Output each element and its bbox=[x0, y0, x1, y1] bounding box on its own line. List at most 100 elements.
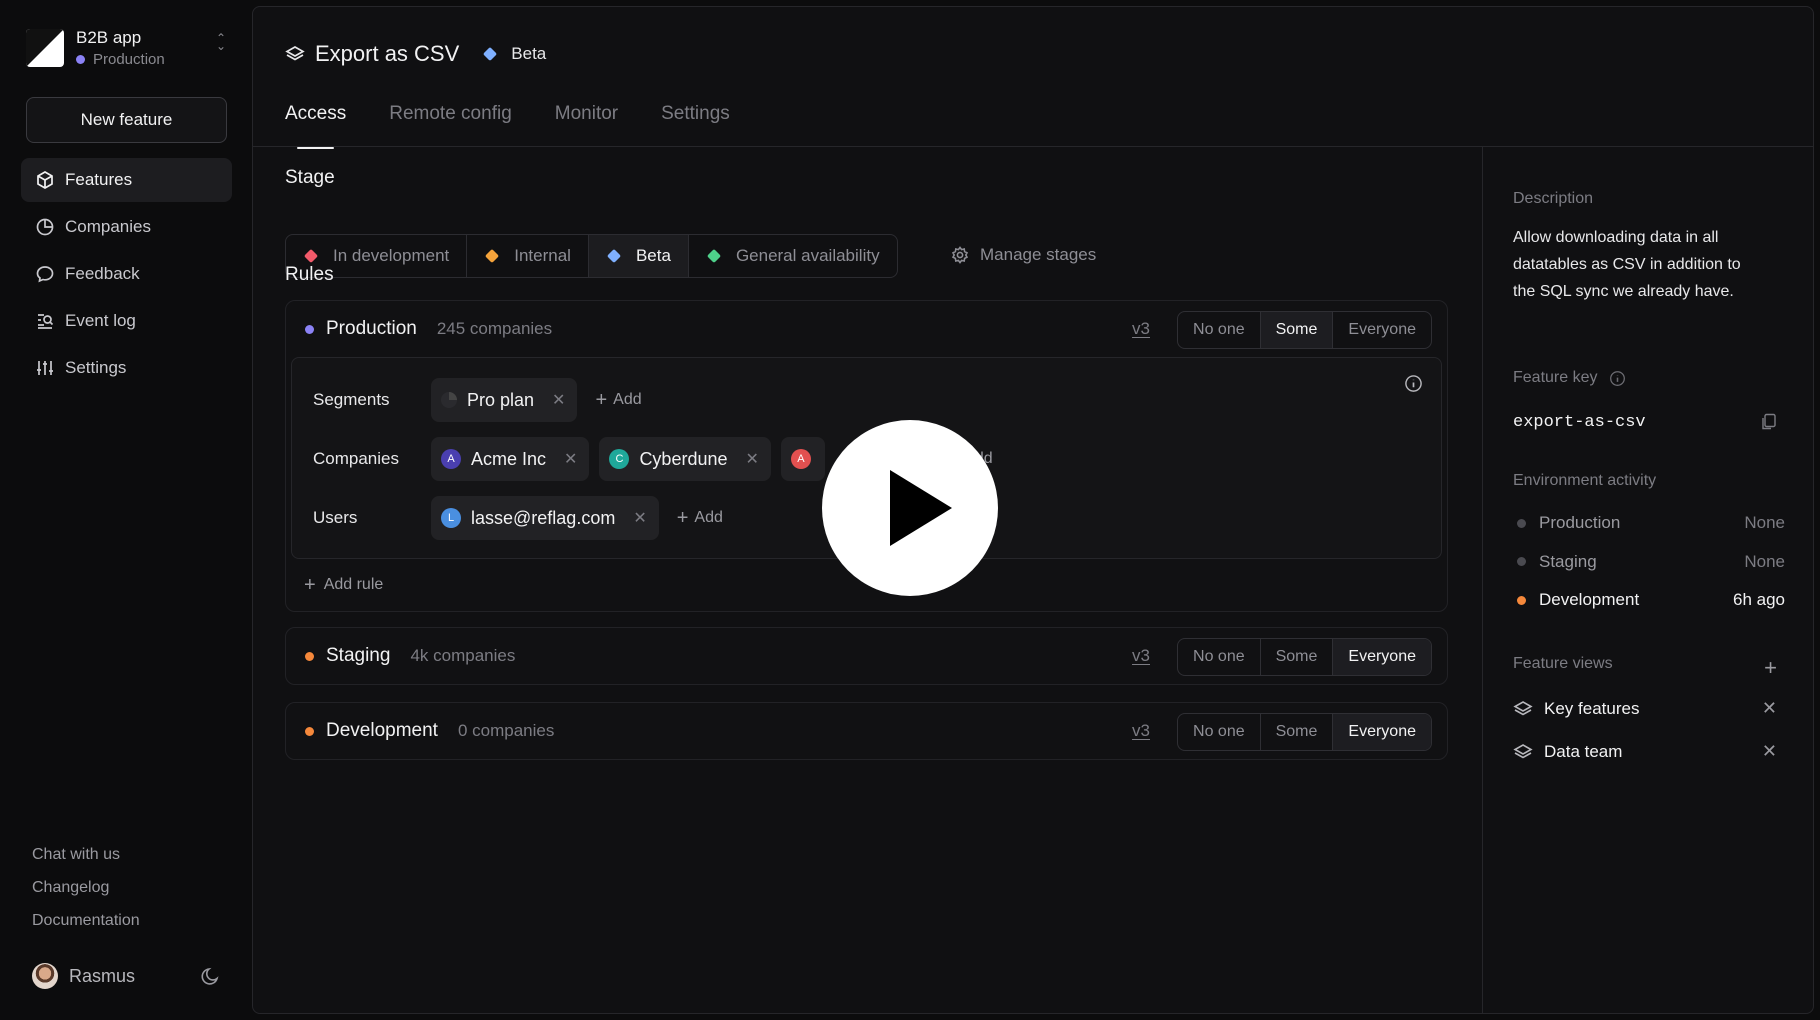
rules-heading: Rules bbox=[285, 264, 334, 285]
activity-row-staging: Staging None bbox=[1517, 543, 1785, 582]
manage-stages-label: Manage stages bbox=[980, 245, 1097, 264]
chip-label: Cyberdune bbox=[639, 448, 728, 469]
view-label: Key features bbox=[1544, 698, 1640, 718]
app-name: B2B app bbox=[76, 28, 142, 47]
view-item[interactable]: Key features ✕ bbox=[1513, 687, 1785, 730]
environment-activity-label: Environment activity bbox=[1513, 472, 1657, 489]
everyone-option[interactable]: Everyone bbox=[1333, 312, 1431, 348]
company-avatar: A bbox=[441, 449, 461, 469]
activity-env: Production bbox=[1539, 513, 1621, 533]
moon-icon[interactable] bbox=[200, 965, 222, 987]
info-icon[interactable] bbox=[1404, 374, 1423, 393]
some-option[interactable]: Some bbox=[1261, 639, 1334, 675]
access-toggle: No one Some Everyone bbox=[1177, 713, 1432, 751]
add-segment-button[interactable]: + Add bbox=[595, 389, 641, 412]
sidebar-item-features[interactable]: Features bbox=[21, 158, 232, 202]
user-name: Rasmus bbox=[69, 965, 136, 986]
changelog-link[interactable]: Changelog bbox=[32, 871, 140, 904]
description-text[interactable]: Allow downloading data in all datatables… bbox=[1513, 224, 1763, 305]
env-company-count: 4k companies bbox=[410, 646, 516, 665]
sidebar-item-settings[interactable]: Settings bbox=[21, 346, 232, 390]
app-switcher[interactable]: B2B app Production ⌃ ⌄ bbox=[26, 24, 226, 72]
company-avatar: C bbox=[609, 449, 630, 469]
tab-settings[interactable]: Settings bbox=[661, 103, 730, 151]
chat-with-us-link[interactable]: Chat with us bbox=[32, 838, 140, 871]
add-user-button[interactable]: + Add bbox=[677, 507, 723, 530]
sidebar-nav: Features Companies Feedback Event log Se… bbox=[21, 158, 232, 393]
add-label: Add bbox=[613, 391, 642, 408]
companies-label: Companies bbox=[313, 449, 399, 468]
everyone-option[interactable]: Everyone bbox=[1333, 639, 1431, 675]
avatar bbox=[32, 963, 58, 989]
some-option[interactable]: Some bbox=[1260, 312, 1334, 348]
users-rule: Users L lasse@reflag.com ✕ + Add bbox=[313, 496, 723, 540]
sidebar-item-companies[interactable]: Companies bbox=[21, 205, 232, 249]
env-header[interactable]: Development 0 companies v3 No one Some E… bbox=[286, 703, 1447, 759]
stage-general-availability[interactable]: General availability bbox=[689, 235, 897, 277]
segments-label: Segments bbox=[313, 390, 390, 409]
new-feature-button[interactable]: New feature bbox=[26, 97, 227, 143]
view-item[interactable]: Data team ✕ bbox=[1513, 730, 1785, 773]
remove-icon[interactable]: ✕ bbox=[633, 508, 646, 528]
remove-icon[interactable]: ✕ bbox=[1762, 741, 1777, 762]
sidebar-item-label: Settings bbox=[65, 358, 127, 377]
no-one-option[interactable]: No one bbox=[1178, 312, 1261, 348]
app-environment-label: Production bbox=[93, 51, 165, 68]
activity-env: Staging bbox=[1539, 551, 1597, 571]
stage-internal[interactable]: Internal bbox=[467, 235, 589, 277]
internal-diamond-icon bbox=[485, 248, 500, 264]
play-button[interactable] bbox=[822, 420, 998, 596]
app-logo bbox=[26, 29, 64, 67]
company-chip[interactable]: C Cyberdune ✕ bbox=[599, 437, 771, 481]
feature-header: Export as CSV Beta bbox=[285, 41, 546, 67]
view-label: Data team bbox=[1544, 741, 1623, 761]
stage-heading: Stage bbox=[285, 167, 335, 188]
no-one-option[interactable]: No one bbox=[1178, 714, 1261, 750]
version-link[interactable]: v3 bbox=[1132, 319, 1150, 339]
company-chip[interactable]: A bbox=[780, 437, 825, 481]
remove-icon[interactable]: ✕ bbox=[564, 449, 577, 469]
sidebar-item-feedback[interactable]: Feedback bbox=[21, 252, 232, 296]
env-header[interactable]: Staging 4k companies v3 No one Some Ever… bbox=[286, 628, 1447, 684]
status-dot bbox=[1517, 595, 1526, 605]
no-one-option[interactable]: No one bbox=[1178, 639, 1261, 675]
tab-monitor[interactable]: Monitor bbox=[555, 103, 618, 151]
version-link[interactable]: v3 bbox=[1132, 646, 1150, 666]
stage-label: Internal bbox=[514, 246, 571, 265]
remove-icon[interactable]: ✕ bbox=[1762, 698, 1777, 719]
user-chip[interactable]: L lasse@reflag.com ✕ bbox=[431, 496, 659, 540]
feature-key-label-text: Feature key bbox=[1513, 369, 1598, 386]
user-menu[interactable]: Rasmus bbox=[32, 963, 222, 989]
version-link[interactable]: v3 bbox=[1132, 721, 1150, 741]
remove-icon[interactable]: ✕ bbox=[746, 449, 759, 469]
copy-icon[interactable] bbox=[1760, 413, 1777, 431]
production-dot bbox=[305, 324, 314, 334]
beta-diamond-icon bbox=[483, 46, 498, 62]
info-icon[interactable] bbox=[1609, 370, 1626, 387]
stage-beta[interactable]: Beta bbox=[588, 235, 689, 277]
access-toggle: No one Some Everyone bbox=[1177, 311, 1432, 349]
remove-icon[interactable]: ✕ bbox=[552, 390, 565, 410]
everyone-option[interactable]: Everyone bbox=[1333, 714, 1431, 750]
tab-remote-config[interactable]: Remote config bbox=[389, 103, 512, 151]
feature-title: Export as CSV bbox=[315, 41, 460, 66]
layers-icon bbox=[1513, 743, 1533, 758]
divider bbox=[1482, 147, 1483, 1013]
add-view-icon[interactable]: + bbox=[1764, 655, 1777, 681]
stage-badge: Beta bbox=[483, 44, 547, 64]
stage-badge-label: Beta bbox=[511, 44, 547, 63]
tab-access[interactable]: Access bbox=[285, 103, 346, 151]
some-option[interactable]: Some bbox=[1261, 714, 1334, 750]
activity-env: Development bbox=[1539, 590, 1640, 610]
sidebar-item-event-log[interactable]: Event log bbox=[21, 299, 232, 343]
sidebar-item-label: Feedback bbox=[65, 264, 140, 283]
company-chip[interactable]: A Acme Inc ✕ bbox=[431, 437, 590, 481]
sidebar-item-label: Features bbox=[65, 170, 133, 189]
documentation-link[interactable]: Documentation bbox=[32, 904, 140, 937]
chevron-up-down-icon[interactable]: ⌃ ⌄ bbox=[216, 32, 226, 52]
env-name: Staging bbox=[326, 645, 391, 666]
manage-stages-button[interactable]: Manage stages bbox=[950, 245, 1096, 265]
env-header[interactable]: Production 245 companies v3 No one Some … bbox=[286, 301, 1447, 357]
env-company-count: 0 companies bbox=[457, 721, 555, 740]
segment-chip[interactable]: Pro plan ✕ bbox=[431, 378, 578, 422]
